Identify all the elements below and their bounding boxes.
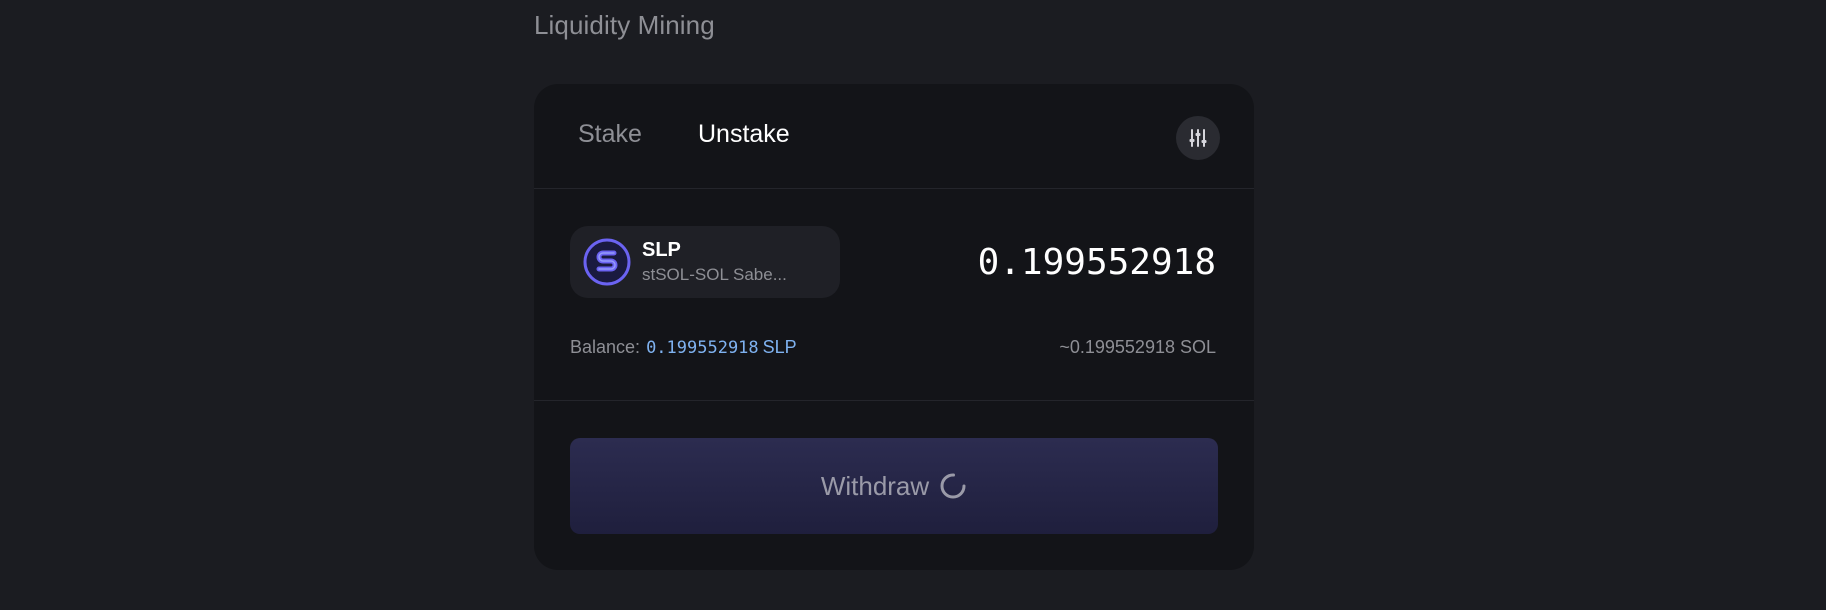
settings-button[interactable] (1176, 116, 1220, 160)
loading-spinner-icon (940, 473, 966, 499)
balance-value[interactable]: 0.199552918 (646, 338, 759, 358)
section-title: Liquidity Mining (534, 10, 715, 40)
amount-input[interactable] (886, 242, 1216, 283)
tab-stake[interactable]: Stake (578, 120, 642, 149)
balance-unit[interactable]: SLP (763, 337, 797, 357)
token-input-area: SLP stSOL-SOL Sabe... Balance:0.19955291… (534, 189, 1254, 401)
saber-logo-icon (583, 238, 631, 286)
page: Liquidity Mining Stake Unstake SLP stSOL… (0, 0, 1826, 610)
token-selector[interactable]: SLP stSOL-SOL Sabe... (570, 226, 840, 298)
token-name: stSOL-SOL Sabe... (642, 265, 787, 284)
balance-label: Balance: (570, 337, 641, 357)
tab-unstake[interactable]: Unstake (698, 120, 790, 149)
token-symbol: SLP (642, 239, 681, 261)
withdraw-button[interactable]: Withdraw (570, 438, 1218, 534)
balance-row: Balance: 0.199552918 SLP (570, 337, 797, 358)
tabs-row: Stake Unstake (534, 84, 1254, 189)
unstake-card: Stake Unstake SLP stSOL-SOL Sabe... 0.19… (534, 84, 1254, 570)
sliders-icon (1189, 129, 1207, 147)
withdraw-label: Withdraw (820, 470, 930, 501)
sol-equivalent: ~0.199552918 SOL (1059, 337, 1216, 357)
